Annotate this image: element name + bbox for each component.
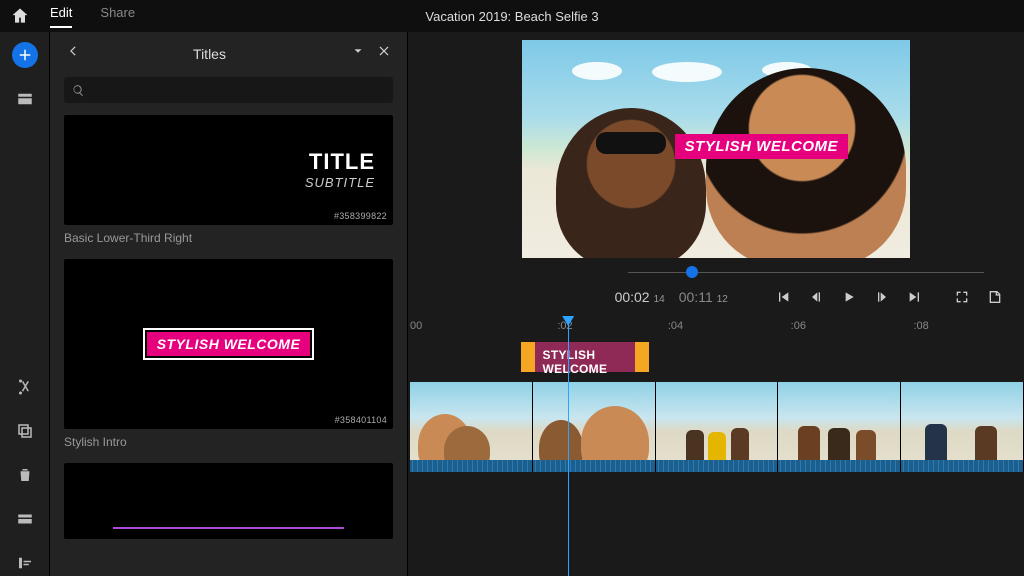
timeline[interactable]: 00 :02 :04 :06 :08 STYLISH WELCOME: [408, 316, 1024, 576]
thumb-subtitle: SUBTITLE: [305, 175, 375, 190]
play-button[interactable]: [839, 286, 858, 308]
title-clip[interactable]: STYLISH WELCOME: [521, 342, 650, 372]
title-card[interactable]: TITLE SUBTITLE #358399822 Basic Lower-Th…: [64, 115, 393, 245]
chevron-down-icon[interactable]: [351, 44, 365, 63]
video-clip[interactable]: [901, 382, 1024, 472]
home-icon[interactable]: [10, 6, 30, 26]
title-card[interactable]: [64, 463, 393, 539]
thumb-tag: STYLISH WELCOME: [147, 332, 311, 356]
title-cards[interactable]: TITLE SUBTITLE #358399822 Basic Lower-Th…: [50, 115, 407, 576]
fullscreen-button[interactable]: [952, 286, 971, 308]
top-tabs: Edit Share: [50, 5, 135, 28]
tab-share[interactable]: Share: [100, 5, 135, 28]
add-button[interactable]: [12, 42, 38, 68]
search-icon: [72, 84, 85, 97]
step-forward-button[interactable]: [872, 286, 891, 308]
project-panel-icon[interactable]: [12, 86, 38, 112]
tool-rail: [0, 32, 50, 576]
card-thumbnail[interactable]: STYLISH WELCOME #358401104: [64, 259, 393, 429]
step-back-button[interactable]: [806, 286, 825, 308]
project-title: Vacation 2019: Beach Selfie 3: [425, 9, 598, 24]
playhead[interactable]: [568, 316, 569, 576]
video-clip[interactable]: [656, 382, 779, 472]
panel-title: Titles: [80, 46, 339, 62]
scrub-handle[interactable]: [686, 266, 698, 278]
duplicate-icon[interactable]: [12, 418, 38, 444]
trash-icon[interactable]: [12, 462, 38, 488]
video-clip[interactable]: [410, 382, 533, 472]
thumb-line: [113, 527, 343, 529]
editor-pane: STYLISH WELCOME 00:0214 00:1112: [408, 32, 1024, 576]
video-track[interactable]: [410, 382, 1024, 472]
goto-start-button[interactable]: [773, 286, 792, 308]
close-icon[interactable]: [377, 44, 391, 63]
title-track[interactable]: STYLISH WELCOME: [410, 342, 1024, 372]
current-timecode: 00:0214: [615, 289, 665, 305]
title-card[interactable]: STYLISH WELCOME #358401104 Stylish Intro: [64, 259, 393, 449]
asset-id: #358401104: [335, 415, 387, 425]
ruler-tick: 00: [410, 320, 422, 332]
scissors-icon[interactable]: [12, 374, 38, 400]
tab-edit[interactable]: Edit: [50, 5, 72, 28]
scrub-bar[interactable]: [628, 264, 984, 280]
ruler-tick: :08: [913, 320, 928, 332]
clip-label: STYLISH WELCOME: [535, 342, 636, 372]
thumb-title: TITLE: [305, 149, 375, 175]
clip-handle-left[interactable]: [521, 342, 535, 372]
clip-handle-right[interactable]: [635, 342, 649, 372]
program-monitor[interactable]: STYLISH WELCOME: [522, 40, 910, 258]
search-field[interactable]: [91, 83, 385, 97]
asset-id: #358399822: [334, 211, 387, 221]
ruler-tick: :06: [791, 320, 806, 332]
video-clip[interactable]: [533, 382, 656, 472]
transport-controls: 00:0214 00:1112: [408, 284, 1024, 316]
card-thumbnail[interactable]: [64, 463, 393, 539]
card-label: Stylish Intro: [64, 435, 393, 449]
duration-timecode: 00:1112: [679, 289, 728, 305]
top-bar: Edit Share Vacation 2019: Beach Selfie 3: [0, 0, 1024, 32]
ruler-tick: :04: [668, 320, 683, 332]
align-icon[interactable]: [12, 550, 38, 576]
export-button[interactable]: [985, 286, 1004, 308]
titles-panel: Titles TITLE SUBTITLE #358399822: [50, 32, 408, 576]
back-icon[interactable]: [66, 44, 80, 63]
card-thumbnail[interactable]: TITLE SUBTITLE #358399822: [64, 115, 393, 225]
search-input[interactable]: [64, 77, 393, 103]
monitor-overlay-title[interactable]: STYLISH WELCOME: [675, 134, 848, 159]
video-clip[interactable]: [778, 382, 901, 472]
time-ruler[interactable]: 00 :02 :04 :06 :08: [410, 316, 1024, 342]
card-icon[interactable]: [12, 506, 38, 532]
goto-end-button[interactable]: [905, 286, 924, 308]
card-label: Basic Lower-Third Right: [64, 231, 393, 245]
